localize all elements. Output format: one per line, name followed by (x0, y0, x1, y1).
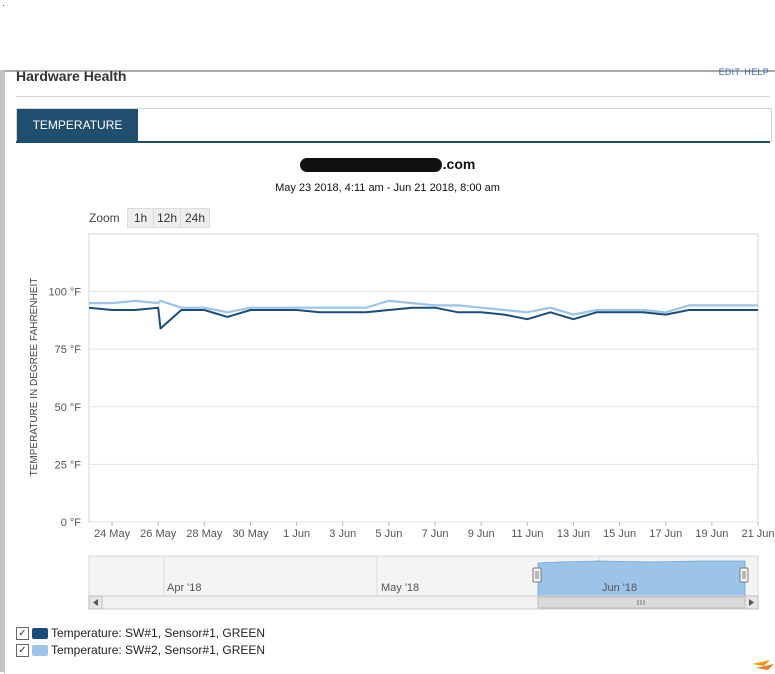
x-tick-label: 30 May (232, 528, 269, 540)
navigator-label-jun: Jun '18 (602, 582, 637, 594)
x-tick-label: 7 Jun (422, 528, 449, 540)
navigator: Apr '18 May '18 Jun '18 (88, 555, 759, 597)
x-tick-label: 13 Jun (557, 528, 590, 540)
y-tick-label: 75 °F (55, 344, 82, 356)
series-1-checkbox[interactable]: ✓ (16, 627, 29, 640)
x-tick-label: 17 Jun (649, 528, 682, 540)
navigator-label-apr: Apr '18 (167, 582, 202, 594)
y-tick-label: 25 °F (55, 459, 82, 471)
x-tick-label: 21 Jun (741, 528, 774, 540)
y-tick-label: 100 °F (48, 287, 81, 299)
x-tick-label: 15 Jun (603, 528, 636, 540)
navigator-label-may: May '18 (381, 582, 419, 594)
y-axis-ticks: 0 °F 25 °F 50 °F 75 °F 100 °F (48, 287, 81, 529)
x-tick-label: 24 May (94, 528, 131, 540)
x-tick-label: 19 Jun (695, 528, 728, 540)
plot-area (88, 233, 759, 523)
corner-logo-icon (752, 660, 774, 670)
x-axis-ticks: 24 May 26 May 28 May 30 May 1 Jun 3 Jun 5 Jun 7… (94, 522, 775, 540)
series-1-label: Temperature: SW#1, Sensor#1, GREEN (51, 626, 266, 640)
y-tick-label: 0 °F (61, 517, 82, 529)
navigator-right-handle[interactable] (739, 567, 749, 583)
series-2-label: Temperature: SW#2, Sensor#1, GREEN (51, 643, 266, 657)
x-tick-label: 11 Jun (511, 528, 543, 540)
x-tick-label: 28 May (186, 528, 223, 540)
navigator-selection[interactable] (537, 560, 746, 597)
navigator-left-handle[interactable] (532, 567, 542, 583)
x-tick-label: 5 Jun (375, 528, 402, 540)
x-tick-label: 26 May (140, 528, 177, 540)
series-2-checkbox[interactable]: ✓ (16, 644, 29, 657)
x-tick-label: 1 Jun (283, 528, 310, 540)
x-tick-label: 3 Jun (329, 528, 356, 540)
series-2-color-swatch (32, 645, 48, 656)
series-1-color-swatch (32, 628, 48, 639)
navigator-scrollbar[interactable] (88, 595, 759, 610)
x-tick-label: 9 Jun (468, 528, 495, 540)
temperature-chart: 0 °F 25 °F 50 °F 75 °F 100 °F 24 May 26 May 28… (48, 233, 775, 670)
y-tick-label: 50 °F (55, 402, 82, 414)
